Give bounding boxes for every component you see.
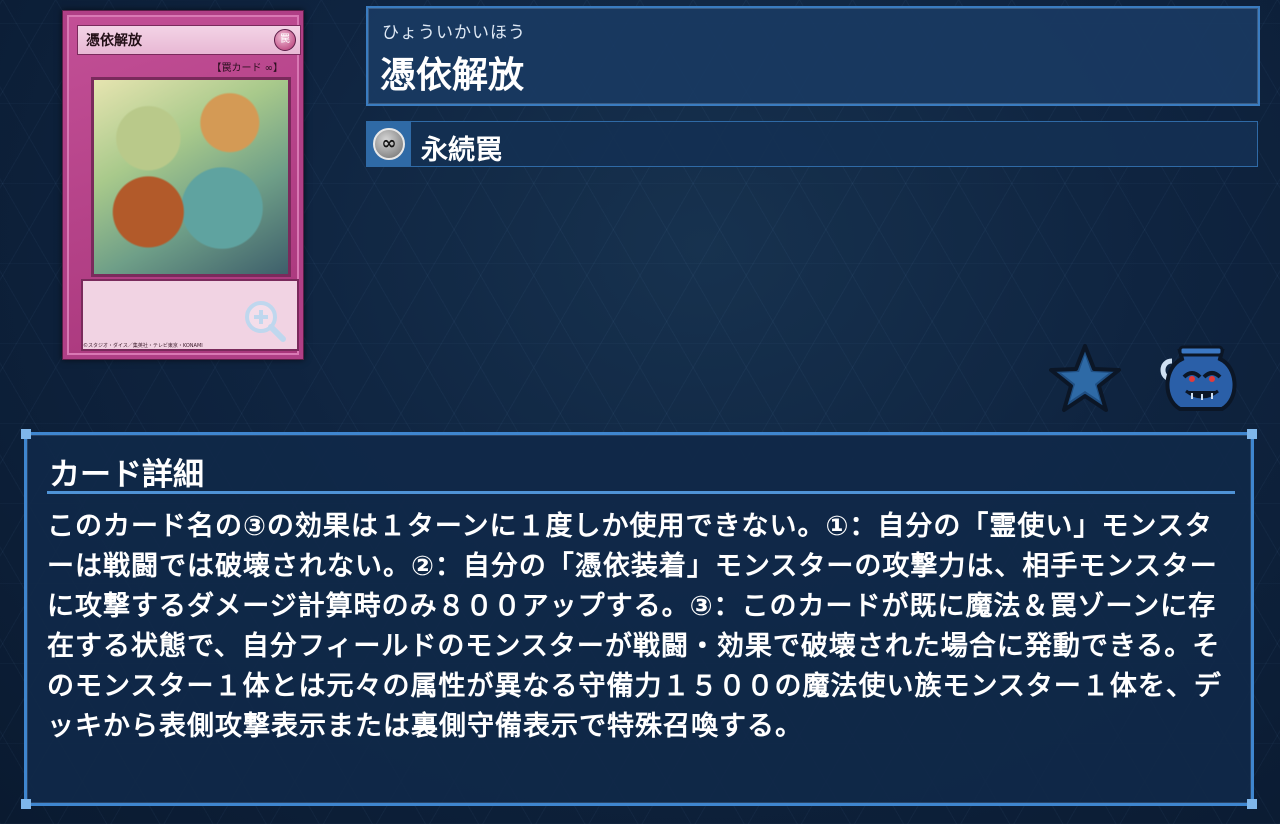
- panel-corner: [21, 799, 31, 809]
- infinity-glyph: ∞: [381, 133, 397, 154]
- card-text-box: [81, 279, 299, 351]
- detail-divider: [47, 491, 1235, 494]
- card-image[interactable]: 憑依解放 罠 【罠カード ∞】 ©スタジオ・ダイス／集英社・テレビ東京・KONA…: [62, 10, 304, 360]
- card-detail-panel[interactable]: カード詳細 このカード名の③の効果は１ターンに１度しか使用できない。①：自分の「…: [21, 429, 1257, 809]
- type-icon-container: ∞: [367, 122, 411, 166]
- detail-heading: カード詳細: [49, 457, 204, 493]
- card-effect-text: このカード名の③の効果は１ターンに１度しか使用できない。①：自分の「霊使い」モン…: [47, 511, 1222, 742]
- pot-of-greed-icon[interactable]: [1158, 343, 1244, 413]
- card-image-name: 憑依解放: [86, 33, 142, 49]
- panel-corner: [21, 429, 31, 439]
- card-frame: 憑依解放 罠 【罠カード ∞】 ©スタジオ・ダイス／集英社・テレビ東京・KONA…: [67, 15, 301, 355]
- card-name-bar: 憑依解放 罠: [77, 25, 301, 55]
- card-name-title: 憑依解放: [380, 55, 525, 96]
- card-artwork: [91, 77, 291, 277]
- trap-attribute-icon: 罠: [274, 29, 296, 51]
- card-name-reading: ひょういかいほう: [382, 23, 526, 43]
- card-name-panel: ひょういかいほう 憑依解放: [366, 6, 1260, 106]
- continuous-infinity-icon: ∞: [373, 128, 405, 160]
- card-type-label: 永続罠: [421, 135, 502, 166]
- star-icon[interactable]: [1049, 343, 1121, 413]
- card-copyright: ©スタジオ・ダイス／集英社・テレビ東京・KONAMI: [83, 343, 203, 349]
- card-type-panel: ∞ 永続罠: [366, 121, 1258, 167]
- panel-corner: [1247, 799, 1257, 809]
- panel-corner: [1247, 429, 1257, 439]
- zoom-in-icon[interactable]: [241, 297, 287, 343]
- card-image-type-line: 【罠カード ∞】: [211, 63, 283, 74]
